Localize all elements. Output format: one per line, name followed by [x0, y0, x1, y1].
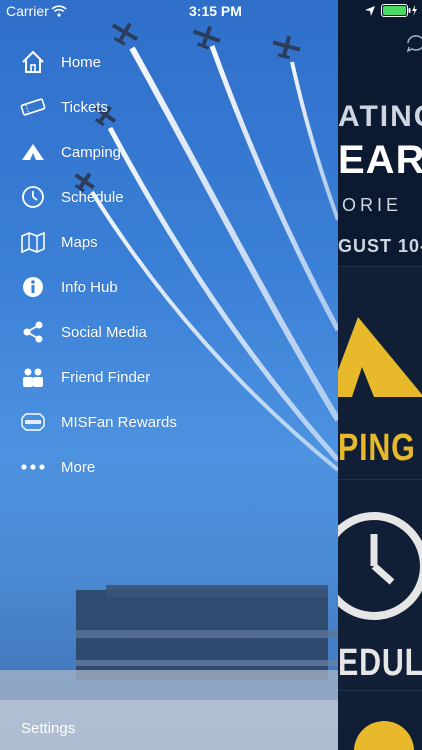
- wifi-icon: [51, 4, 67, 20]
- home-icon: [20, 49, 46, 75]
- status-bar: Carrier 3:15 PM: [0, 0, 422, 22]
- tent-icon: [20, 139, 46, 165]
- main-content-peek: ATING EARS ORIE GUST 10-1 PING EDULE: [338, 0, 422, 750]
- schedule-tile[interactable]: EDULE: [338, 479, 422, 690]
- clock-icon: [20, 184, 46, 210]
- settings-link[interactable]: Settings: [21, 720, 75, 737]
- share-icon: [20, 319, 46, 345]
- camping-tile[interactable]: PING: [338, 266, 422, 479]
- ticket-icon: [20, 94, 46, 120]
- menu-item-schedule[interactable]: Schedule: [0, 175, 338, 219]
- rewards-badge-icon: [20, 409, 46, 435]
- battery-charging-icon: [381, 4, 419, 20]
- camping-tile-label: PING: [338, 427, 416, 469]
- info-icon: [20, 274, 46, 300]
- menu-item-label: Maps: [61, 233, 98, 251]
- menu-item-tickets[interactable]: Tickets: [0, 85, 338, 129]
- banner-line-2: EARS: [338, 138, 422, 182]
- menu-item-label: Camping: [61, 143, 122, 161]
- carrier-label: Carrier: [6, 3, 49, 19]
- navigation-drawer: Home Tickets Camping Schedule Maps Info …: [0, 0, 338, 750]
- people-icon: [20, 364, 46, 390]
- banner-line-1: ATING: [338, 100, 422, 133]
- menu-item-label: Home: [61, 53, 102, 71]
- tent-icon: [338, 317, 422, 397]
- location-icon: [364, 4, 376, 20]
- menu-item-label: More: [61, 458, 96, 476]
- menu-item-friend-finder[interactable]: Friend Finder: [0, 355, 338, 399]
- menu-item-home[interactable]: Home: [0, 40, 338, 84]
- status-time: 3:15 PM: [189, 3, 242, 19]
- clock-icon: [338, 512, 422, 620]
- more-dots-icon: [20, 454, 46, 480]
- menu-item-camping[interactable]: Camping: [0, 130, 338, 174]
- menu-item-more[interactable]: More: [0, 445, 338, 489]
- menu-item-label: Info Hub: [61, 278, 118, 296]
- menu-item-label: Schedule: [61, 188, 124, 206]
- event-banner[interactable]: ATING EARS ORIE GUST 10-1: [338, 0, 422, 265]
- menu-item-label: Tickets: [61, 98, 108, 116]
- banner-line-3: ORIE: [342, 195, 403, 215]
- tile-icon-partial: [354, 721, 414, 750]
- menu-item-label: Friend Finder: [61, 368, 151, 386]
- map-icon: [20, 229, 46, 255]
- menu-item-label: MISFan Rewards: [61, 413, 177, 431]
- menu-item-misfan-rewards[interactable]: MISFan Rewards: [0, 400, 338, 444]
- schedule-tile-label: EDULE: [338, 642, 422, 684]
- next-tile[interactable]: [338, 690, 422, 750]
- menu-item-info-hub[interactable]: Info Hub: [0, 265, 338, 309]
- menu-item-social-media[interactable]: Social Media: [0, 310, 338, 354]
- menu-item-label: Social Media: [61, 323, 147, 341]
- banner-date: GUST 10-1: [338, 236, 422, 256]
- chat-bubble-icon[interactable]: [406, 34, 422, 54]
- menu-item-maps[interactable]: Maps: [0, 220, 338, 264]
